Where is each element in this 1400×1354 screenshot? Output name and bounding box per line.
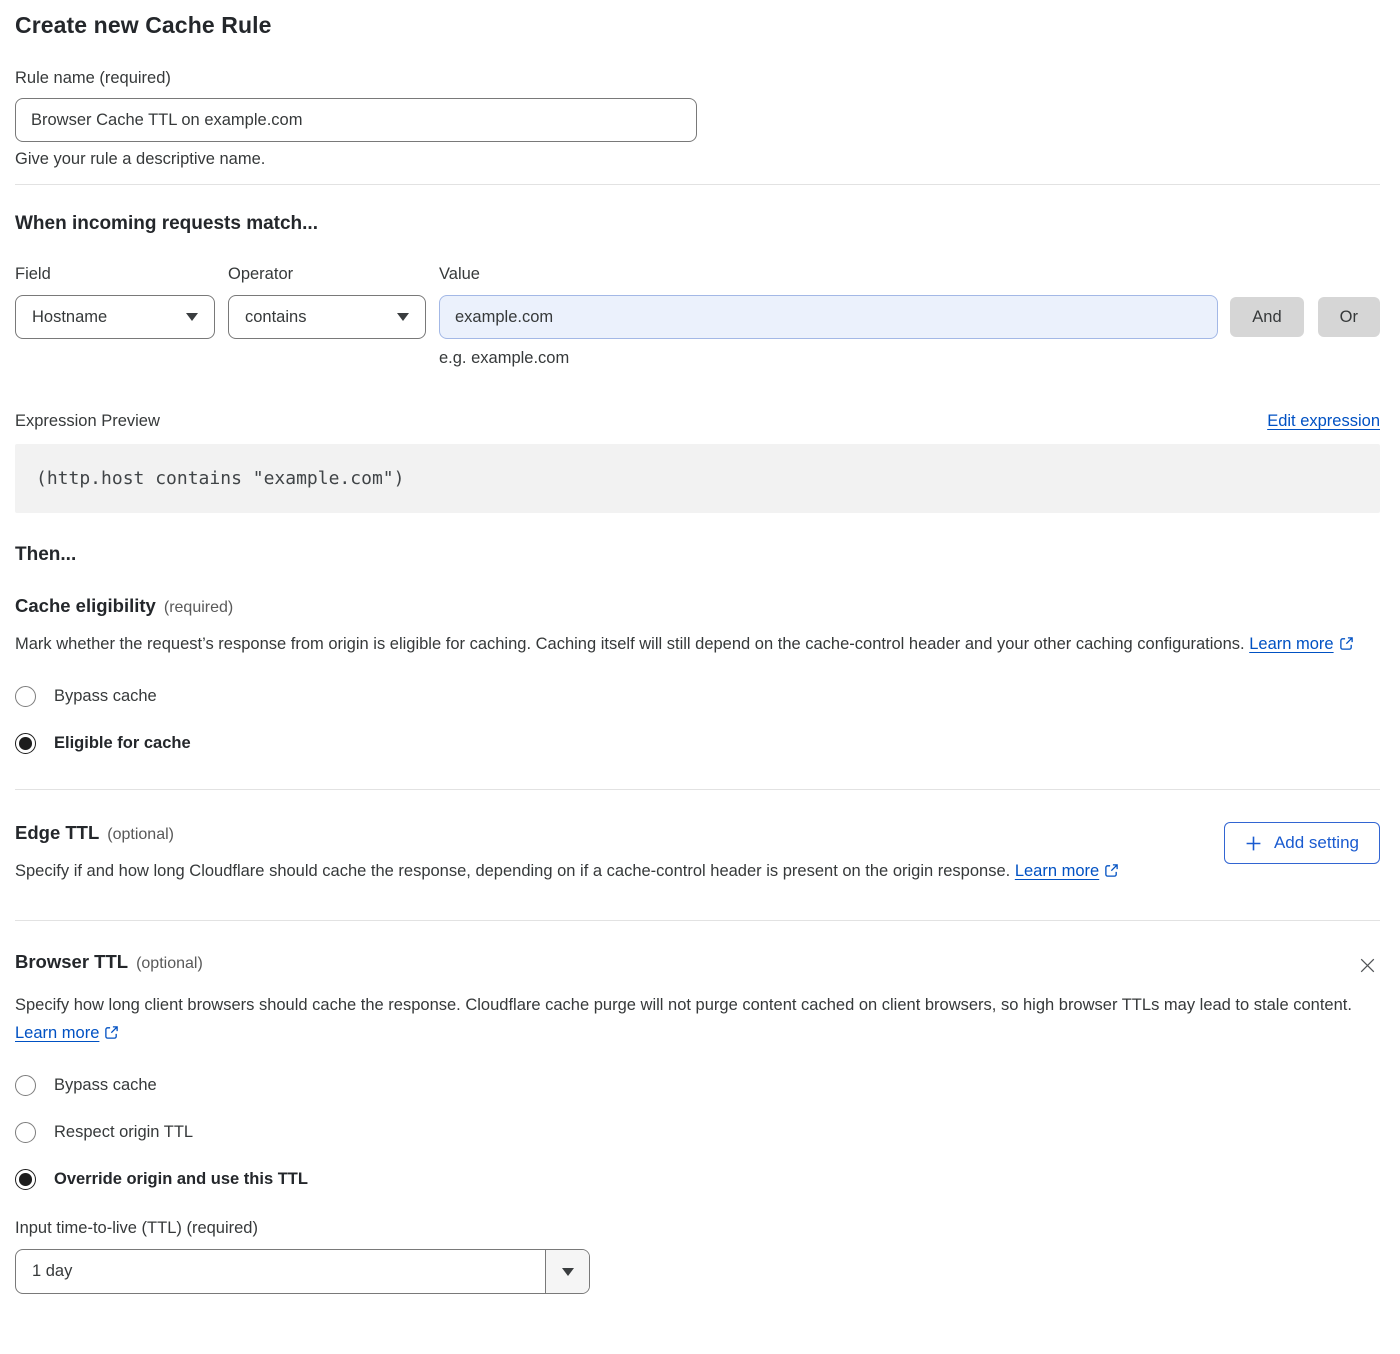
edge-ttl-section: Edge TTL (optional) Specify if and how lo… <box>15 822 1380 887</box>
value-input[interactable] <box>439 295 1218 339</box>
description-text: Specify how long client browsers should … <box>15 996 1352 1014</box>
chevron-down-icon <box>186 313 198 321</box>
then-heading: Then... <box>15 544 1380 566</box>
operator-select-value: contains <box>245 308 306 327</box>
external-link-icon <box>104 1021 119 1049</box>
description-text: Mark whether the request’s response from… <box>15 635 1245 653</box>
radio-eligible-for-cache[interactable]: Eligible for cache <box>15 733 191 754</box>
add-setting-label: Add setting <box>1274 833 1359 853</box>
radio-label: Bypass cache <box>54 1076 157 1095</box>
learn-more-link[interactable]: Learn more <box>1249 635 1333 653</box>
operator-label: Operator <box>228 265 426 284</box>
match-condition-row: Field Hostname Operator contains Value e… <box>15 265 1380 368</box>
browser-ttl-header: Browser TTL (optional) <box>15 951 1380 978</box>
optional-tag: (optional) <box>107 826 174 843</box>
page-title: Create new Cache Rule <box>15 12 1380 39</box>
radio-icon <box>15 686 36 707</box>
radio-bypass-cache-browser[interactable]: Bypass cache <box>15 1075 157 1096</box>
learn-more-link[interactable]: Learn more <box>15 1024 99 1042</box>
browser-ttl-heading: Browser TTL <box>15 951 128 972</box>
ttl-select-value: 1 day <box>16 1250 545 1293</box>
rule-name-helper: Give your rule a descriptive name. <box>15 150 1380 169</box>
and-button[interactable]: And <box>1230 297 1303 337</box>
radio-label: Respect origin TTL <box>54 1123 193 1142</box>
cache-eligibility-description: Mark whether the request’s response from… <box>15 630 1360 660</box>
edge-ttl-heading: Edge TTL <box>15 822 99 843</box>
radio-icon <box>15 1169 36 1190</box>
radio-label: Eligible for cache <box>54 734 191 753</box>
field-select-value: Hostname <box>32 308 107 327</box>
value-helper: e.g. example.com <box>439 349 1218 368</box>
browser-ttl-description: Specify how long client browsers should … <box>15 991 1360 1049</box>
create-cache-rule-form: Create new Cache Rule Rule name (require… <box>0 0 1400 1314</box>
expression-preview-code: (http.host contains "example.com") <box>15 444 1380 513</box>
radio-icon <box>15 1075 36 1096</box>
external-link-icon <box>1104 859 1119 887</box>
rule-name-label: Rule name (required) <box>15 69 1380 88</box>
edge-ttl-header: Edge TTL (optional) Specify if and how lo… <box>15 822 1380 887</box>
external-link-icon <box>1339 632 1354 660</box>
edit-expression-link[interactable]: Edit expression <box>1267 412 1380 431</box>
cache-eligibility-section: Cache eligibility (required) Mark whether… <box>15 595 1380 754</box>
field-select[interactable]: Hostname <box>15 295 215 339</box>
chevron-down-icon <box>397 313 409 321</box>
optional-tag: (optional) <box>136 955 203 972</box>
radio-label: Bypass cache <box>54 687 157 706</box>
radio-icon <box>15 733 36 754</box>
required-tag: (required) <box>164 599 233 616</box>
field-label: Field <box>15 265 215 284</box>
divider <box>15 184 1380 185</box>
match-section-heading: When incoming requests match... <box>15 213 1380 235</box>
add-setting-button[interactable]: Add setting <box>1224 822 1380 864</box>
chevron-down-icon <box>562 1268 574 1276</box>
divider <box>15 789 1380 790</box>
radio-label: Override origin and use this TTL <box>54 1170 308 1189</box>
radio-icon <box>15 1122 36 1143</box>
learn-more-link[interactable]: Learn more <box>1015 862 1099 880</box>
radio-override-origin-ttl[interactable]: Override origin and use this TTL <box>15 1169 308 1190</box>
ttl-select-caret[interactable] <box>545 1250 589 1293</box>
browser-ttl-section: Browser TTL (optional) Specify how long c… <box>15 951 1380 1294</box>
value-label: Value <box>439 265 1218 284</box>
or-button[interactable]: Or <box>1318 297 1380 337</box>
cache-eligibility-heading: Cache eligibility <box>15 595 156 616</box>
value-column: Value e.g. example.com <box>439 265 1218 368</box>
radio-bypass-cache[interactable]: Bypass cache <box>15 686 157 707</box>
ttl-select[interactable]: 1 day <box>15 1249 590 1294</box>
ttl-input-label: Input time-to-live (TTL) (required) <box>15 1219 1380 1238</box>
radio-respect-origin-ttl[interactable]: Respect origin TTL <box>15 1122 193 1143</box>
plus-icon <box>1245 835 1262 852</box>
rule-name-input[interactable] <box>15 98 697 142</box>
operator-select[interactable]: contains <box>228 295 426 339</box>
expression-preview-label: Expression Preview <box>15 412 160 431</box>
expression-preview-header: Expression Preview Edit expression <box>15 412 1380 431</box>
operator-column: Operator contains <box>228 265 426 339</box>
browser-ttl-heading-wrap: Browser TTL (optional) <box>15 951 203 973</box>
description-text: Specify if and how long Cloudflare shoul… <box>15 862 1010 880</box>
field-column: Field Hostname <box>15 265 215 339</box>
divider <box>15 920 1380 921</box>
edge-ttl-heading-wrap: Edge TTL (optional) Specify if and how lo… <box>15 822 1119 887</box>
edge-ttl-description: Specify if and how long Cloudflare shoul… <box>15 857 1119 887</box>
close-icon[interactable] <box>1355 953 1380 978</box>
